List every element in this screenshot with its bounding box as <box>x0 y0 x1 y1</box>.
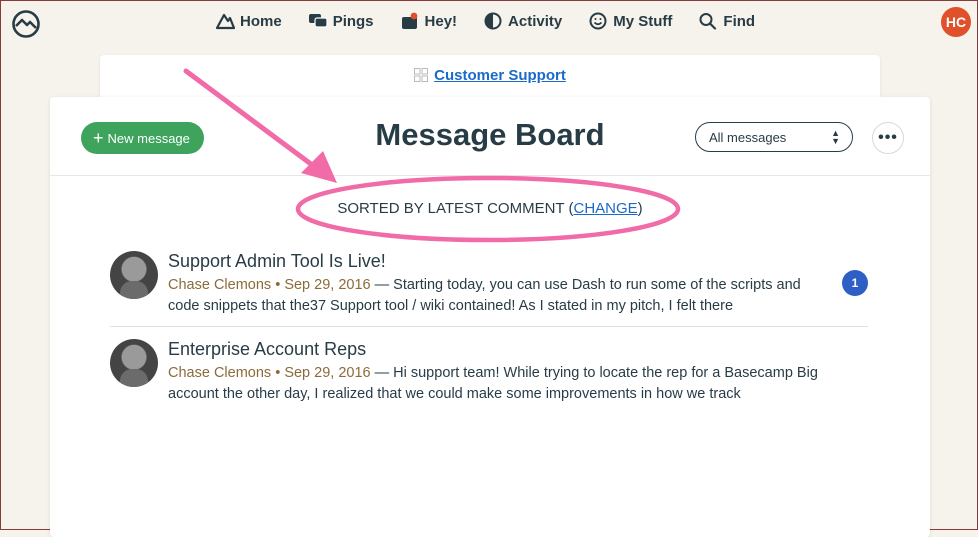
nav-find-label: Find <box>723 12 756 30</box>
message-excerpt: Chase Clemons • Sep 29, 2016 — Starting … <box>168 277 801 314</box>
nav-my-stuff-label: My Stuff <box>613 12 673 30</box>
message-divider <box>110 326 868 327</box>
my-stuff-icon <box>589 12 607 30</box>
nav-pings[interactable]: Pings <box>308 12 374 30</box>
pings-icon <box>308 14 328 28</box>
sort-indicator: SORTED BY LATEST COMMENT (CHANGE) <box>50 200 930 217</box>
message-filter-select[interactable]: All messages ▲ ▼ <box>695 122 853 152</box>
message-excerpt: Chase Clemons • Sep 29, 2016 — Hi suppor… <box>168 365 818 402</box>
search-icon <box>699 13 717 30</box>
author-avatar <box>110 251 158 299</box>
nav-my-stuff[interactable]: My Stuff <box>588 12 672 30</box>
message-board-panel: + New message Message Board All messages… <box>50 97 930 537</box>
nav-home[interactable]: Home <box>215 12 282 30</box>
change-sort-link[interactable]: CHANGE <box>573 200 637 217</box>
home-icon <box>215 13 235 30</box>
message-date: Sep 29, 2016 <box>284 365 371 381</box>
comment-count-badge: 1 <box>842 270 868 296</box>
top-navigation-bar: Home Pings Hey! Activity My Stuff Find H… <box>1 1 977 45</box>
hey-icon <box>401 12 417 29</box>
project-breadcrumb: Customer Support <box>100 67 880 84</box>
nav-activity[interactable]: Activity <box>483 12 562 30</box>
sort-prefix: SORTED BY LATEST COMMENT ( <box>337 200 574 217</box>
more-options-button[interactable]: ••• <box>872 122 904 154</box>
basecamp-logo-icon[interactable] <box>11 9 41 39</box>
nav-hey[interactable]: Hey! <box>400 12 458 30</box>
message-author: Chase Clemons <box>168 277 272 293</box>
nav-find[interactable]: Find <box>698 12 755 30</box>
nav-pings-label: Pings <box>332 12 374 30</box>
header-divider <box>50 175 930 176</box>
nav-home-label: Home <box>240 12 282 30</box>
user-avatar[interactable]: HC <box>941 7 971 37</box>
activity-icon <box>484 12 502 30</box>
author-avatar <box>110 339 158 387</box>
message-title[interactable]: Enterprise Account Reps <box>168 339 366 360</box>
nav-activity-label: Activity <box>508 12 563 30</box>
main-nav: Home Pings Hey! Activity My Stuff Find <box>215 12 781 30</box>
project-grid-icon <box>414 68 429 82</box>
message-title[interactable]: Support Admin Tool Is Live! <box>168 251 386 272</box>
project-link[interactable]: Customer Support <box>434 67 566 84</box>
select-arrows-icon: ▲ ▼ <box>831 128 840 146</box>
filter-value: All messages <box>709 129 787 145</box>
message-date: Sep 29, 2016 <box>284 277 371 293</box>
sort-suffix: ) <box>637 200 643 217</box>
message-author: Chase Clemons <box>168 365 272 381</box>
nav-hey-label: Hey! <box>424 12 458 30</box>
